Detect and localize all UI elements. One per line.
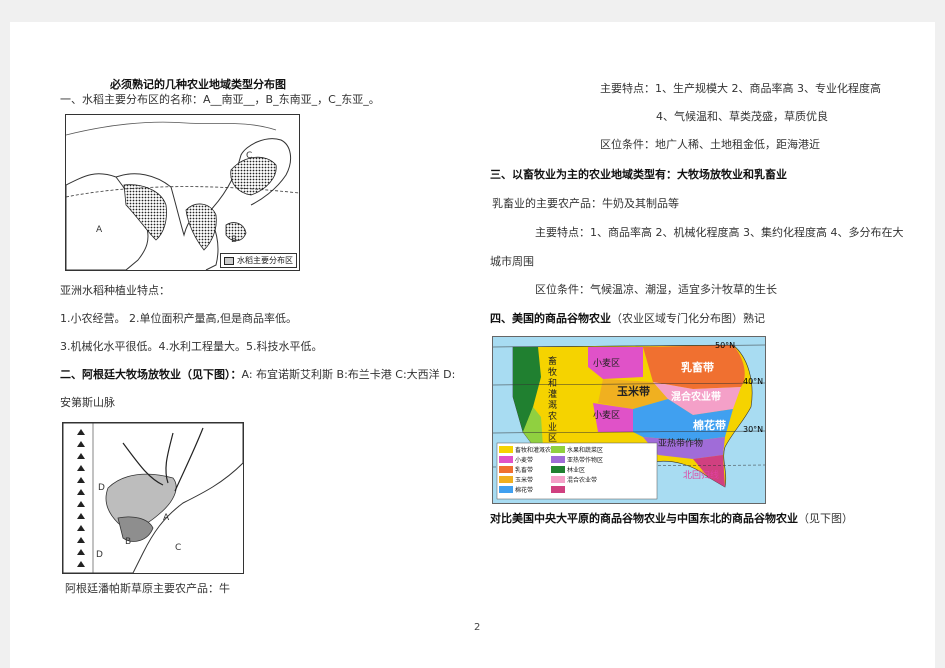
usa-heading-rest: （农业区域专门化分布图）熟记 [611,312,765,325]
usa-map-ranch-label: 畜牧和灌溉农业区 [548,357,558,444]
usa-legend-label: 亚热带作物区 [567,457,604,464]
usa-legend-item: 棉花带 [499,485,533,494]
dairy-features: 主要特点：1、商品率高 2、机械化程度高 3、集约化程度高 4、多分布在大 [535,226,904,239]
argentina-pampas-map: A B C D D [62,422,244,574]
argentina-map-label-c: C [175,543,182,553]
usa-legend-swatch [499,456,513,463]
usa-legend-swatch [499,446,513,453]
argentina-heading-bold: 二、阿根廷大牧场放牧业（见下图）： [60,368,242,381]
usa-legend-swatch [499,476,513,483]
commercial-grain-location: 区位条件：地广人稀、土地租金低，距海港近 [600,138,820,151]
rice-map-legend: 水稻主要分布区 [220,253,297,268]
usa-legend-swatch [551,456,565,463]
livestock-heading: 三、以畜牧业为主的农业地域类型有：大牧场放牧业和乳畜业 [490,168,787,181]
usa-map-wheat-label: 小麦区 [593,359,621,369]
argentina-heading-line2: 安第斯山脉 [60,396,115,409]
rice-map-label-b: B [231,235,238,245]
usa-legend-item [551,485,567,494]
usa-legend-item: 亚热带作物区 [551,455,603,464]
argentina-map-label-a: A [163,513,170,523]
usa-legend-item: 水果和蔬菜区 [551,445,603,454]
dairy-features-2: 城市周围 [490,255,534,268]
usa-legend-label: 棉花带 [515,487,534,494]
legend-swatch [224,256,235,265]
usa-map-mixed-label: 混合农业带 [671,392,721,403]
usa-map-lat-40: 40°N [743,377,764,386]
usa-legend-item: 林业区 [551,465,585,474]
usa-heading: 四、美国的商品谷物农业（农业区域专门化分布图）熟记 [490,312,765,326]
usa-legend-swatch [551,486,565,493]
usa-map-legend: 畜牧和灌溉农业区 小麦带 乳畜带 玉米带 棉花带 水果和蔬菜区 亚热带作物区 林业区 混合农业带 [499,445,655,497]
rice-features-line2: 3.机械化水平很低。4.水利工程量大。5.科技水平低。 [60,340,323,353]
usa-legend-label: 林业区 [567,467,586,474]
page-number: 2 [474,622,481,633]
usa-legend-swatch [551,466,565,473]
usa-legend-item: 玉米带 [499,475,533,484]
usa-heading-bold: 四、美国的商品谷物农业 [490,312,611,325]
usa-map-cotton-label: 棉花带 [693,419,726,432]
usa-agriculture-map: 50°N 40°N 30°N 北回归线 小麦区 乳畜带 玉米带 混合农业带 小麦… [492,336,766,504]
commercial-grain-features: 主要特点：1、生产规模大 2、商品率高 3、专业化程度高 [600,82,881,95]
usa-legend-swatch [499,466,513,473]
page-title: 必须熟记的几种农业地域类型分布图 [110,78,286,91]
usa-legend-label: 玉米带 [515,477,534,484]
dairy-products: 乳畜业的主要农产品：牛奶及其制品等 [492,197,679,210]
usa-legend-label: 乳畜带 [515,467,534,474]
usa-legend-item: 混合农业带 [551,475,597,484]
argentina-map-label-b: B [125,537,132,547]
usa-legend-item: 小麦带 [499,455,533,464]
compare-heading: 对比美国中央大平原的商品谷物农业与中国东北的商品谷物农业（见下图） [490,512,853,526]
usa-legend-swatch [551,476,565,483]
compare-heading-rest: （见下图） [798,512,853,525]
rice-map-legend-label: 水稻主要分布区 [237,256,293,265]
document-page: 必须熟记的几种农业地域类型分布图 一、水稻主要分布区的名称：A__南亚__，B_… [10,22,935,668]
rice-map-label-a: A [96,225,103,235]
argentina-map-label-d: D [98,483,105,493]
dairy-location: 区位条件：气候温凉、潮湿，适宜多汁牧草的生长 [535,283,777,296]
argentina-heading-rest: A: 布宜诺斯艾利斯 B:布兰卡港 C:大西洋 D: [241,368,456,381]
usa-map-subtropical-label: 亚热带作物 [658,439,704,449]
usa-map-wheat2-label: 小麦区 [593,411,621,421]
usa-legend-label: 小麦带 [515,457,534,464]
argentina-caption: 阿根廷潘帕斯草原主要农产品：牛 [65,582,230,595]
argentina-heading: 二、阿根廷大牧场放牧业（见下图）：A: 布宜诺斯艾利斯 B:布兰卡港 C:大西洋… [60,368,455,382]
commercial-grain-features-2: 4、气候温和、草类茂盛，草质优良 [656,110,828,123]
rice-features-line1: 1.小农经营。 2.单位面积产量高,但是商品率低。 [60,312,297,325]
usa-legend-item: 乳畜带 [499,465,533,474]
usa-legend-swatch [499,486,513,493]
usa-map-corn-label: 玉米带 [617,385,650,398]
usa-legend-label: 混合农业带 [567,477,598,484]
rice-distribution-map: A B C 水稻主要分布区 [65,114,300,271]
rice-map-label-c: C [246,151,253,161]
rice-heading: 一、水稻主要分布区的名称：A__南亚__，B_东南亚_，C_东亚_。 [60,93,380,106]
usa-map-lat-30: 30°N [743,425,764,434]
usa-legend-label: 水果和蔬菜区 [567,447,604,454]
usa-map-lat-50: 50°N [715,341,736,350]
usa-map-tropic: 北回归线 [683,471,720,481]
rice-features-title: 亚洲水稻种植业特点： [60,284,170,297]
compare-heading-bold: 对比美国中央大平原的商品谷物农业与中国东北的商品谷物农业 [490,512,798,525]
usa-legend-swatch [551,446,565,453]
usa-map-dairy-label: 乳畜带 [681,361,714,374]
argentina-map-label-d2: D [96,550,103,560]
